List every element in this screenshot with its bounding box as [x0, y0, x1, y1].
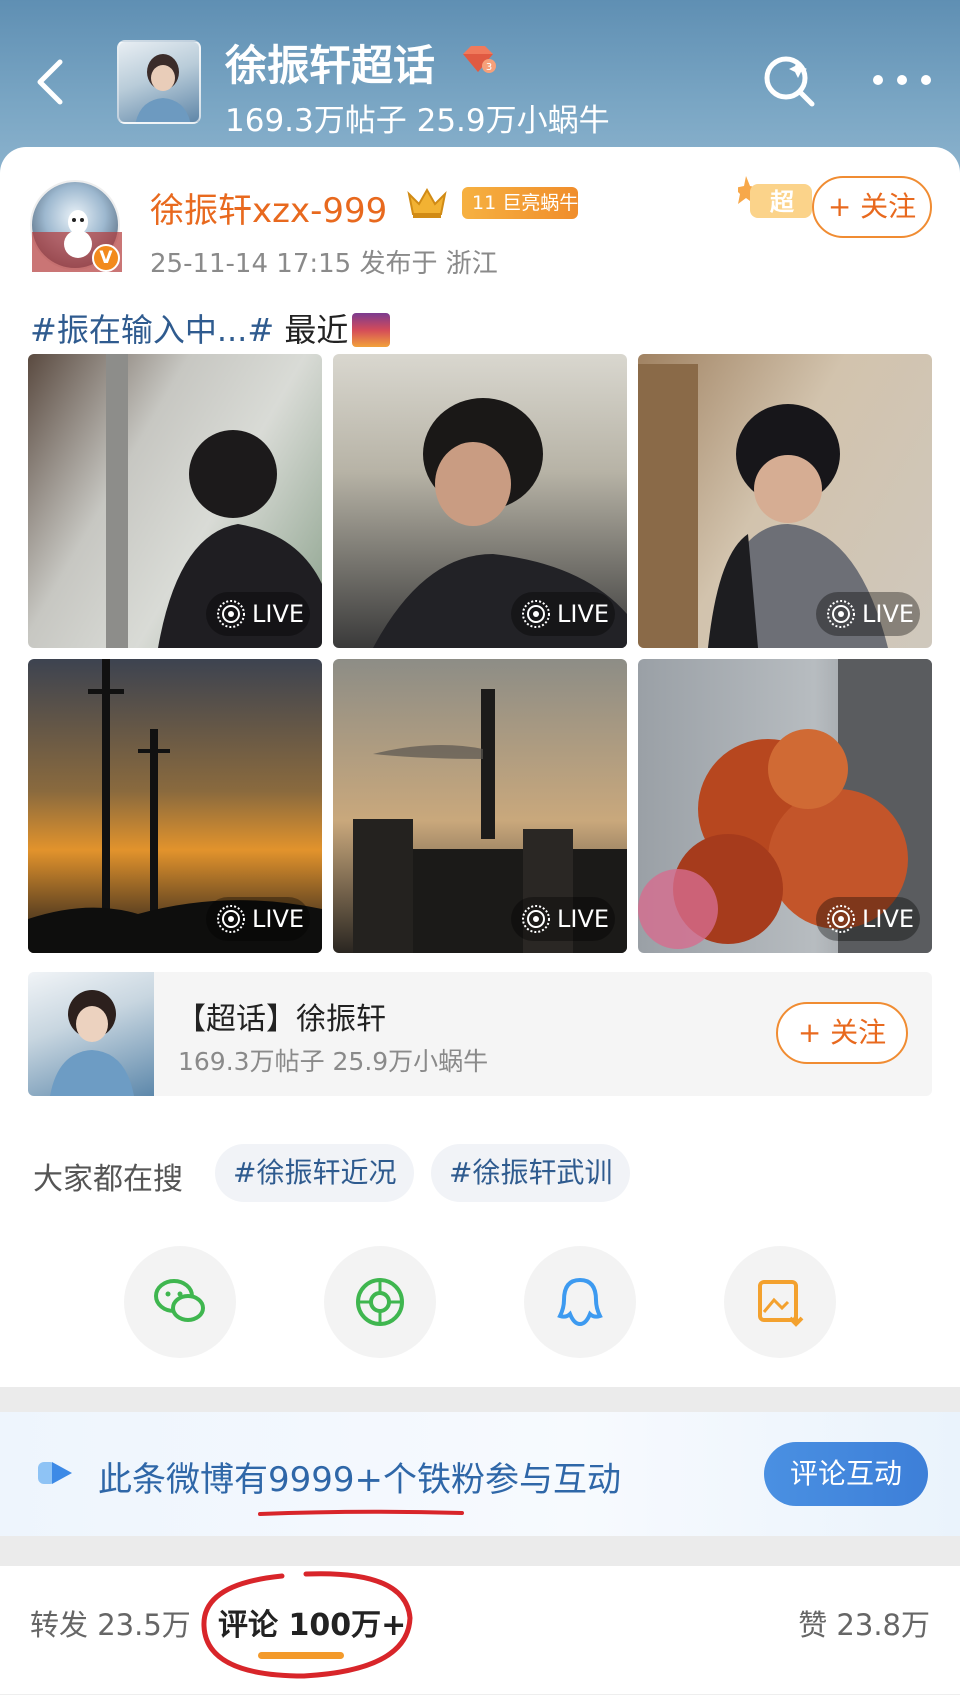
qq-icon	[557, 1277, 603, 1327]
share-moments-button[interactable]	[324, 1246, 436, 1358]
back-arrow-icon[interactable]	[28, 52, 72, 112]
trending-search-tag[interactable]: #徐振轩近况	[215, 1144, 415, 1202]
live-photo-icon	[217, 905, 245, 933]
live-badge: LIVE	[511, 592, 615, 636]
live-badge: LIVE	[816, 897, 920, 941]
post-action-tabs: 转发 23.5万 评论 100万+ 赞 23.8万	[0, 1566, 960, 1707]
search-icon[interactable]	[760, 52, 818, 110]
active-tab-indicator	[258, 1652, 344, 1659]
follow-button[interactable]: + 关注	[812, 176, 932, 238]
fan-interaction-banner: 此条微博有9999+个铁粉参与互动 评论互动	[0, 1412, 960, 1536]
post-text-body: 最近	[274, 311, 349, 349]
member-badge: 11 巨亮蜗牛	[462, 187, 578, 219]
share-qq-button[interactable]	[524, 1246, 636, 1358]
tab-like[interactable]: 赞 23.8万	[798, 1602, 930, 1644]
svg-text:3: 3	[486, 62, 492, 73]
post-time-location: 25-11-14 17:15 发布于 浙江	[150, 249, 498, 279]
moments-icon	[356, 1278, 404, 1326]
photo-5[interactable]: LIVE	[333, 659, 627, 953]
more-options-icon[interactable]	[868, 58, 936, 102]
annotation-underline	[258, 1509, 464, 1516]
level-gem-icon: 3	[463, 46, 496, 73]
live-photo-icon	[827, 905, 855, 933]
svg-text:超: 超	[770, 188, 795, 216]
topic-card-stats: 169.3万帖子 25.9万小蜗牛	[178, 1047, 489, 1076]
tab-repost[interactable]: 转发 23.5万	[30, 1602, 191, 1644]
author-name[interactable]: 徐振轩xzx-999	[150, 183, 387, 232]
photo-1[interactable]: LIVE	[28, 354, 322, 648]
live-badge: LIVE	[206, 897, 310, 941]
photo-6[interactable]: LIVE	[638, 659, 932, 953]
live-photo-icon	[217, 600, 245, 628]
share-wechat-button[interactable]	[124, 1246, 236, 1358]
super-fan-tag-icon: 超	[738, 176, 812, 218]
live-photo-icon	[827, 600, 855, 628]
save-image-icon	[758, 1280, 804, 1327]
topic-title: 徐振轩超话	[225, 41, 436, 90]
city-sunset-emoji-icon	[352, 313, 391, 347]
live-badge: LIVE	[816, 592, 920, 636]
post-hashtag[interactable]: #振在输入中...#	[30, 311, 274, 349]
post-text: #振在输入中...# 最近	[30, 305, 391, 351]
photo-2[interactable]: LIVE	[333, 354, 627, 648]
photo-3[interactable]: LIVE	[638, 354, 932, 648]
live-badge: LIVE	[511, 897, 615, 941]
topic-stats: 169.3万帖子 25.9万小蜗牛	[225, 103, 610, 139]
trending-search-label: 大家都在搜	[33, 1162, 183, 1197]
fan-play-icon	[38, 1462, 72, 1484]
live-photo-icon	[522, 905, 550, 933]
topic-avatar[interactable]	[117, 40, 201, 124]
topic-card-title: 【超话】徐振轩	[176, 1002, 386, 1037]
topic-follow-button[interactable]: + 关注	[776, 1002, 908, 1064]
topic-card-image	[28, 972, 154, 1096]
comment-interact-button[interactable]: 评论互动	[764, 1442, 928, 1506]
tab-comment[interactable]: 评论 100万+	[218, 1600, 406, 1644]
crown-icon	[407, 187, 447, 218]
wechat-icon	[154, 1279, 205, 1322]
divider	[0, 1694, 960, 1695]
topic-card[interactable]: 【超话】徐振轩 169.3万帖子 25.9万小蜗牛 + 关注	[28, 972, 932, 1096]
verified-badge-icon: V	[92, 244, 120, 272]
live-badge: LIVE	[206, 592, 310, 636]
trending-search-tag[interactable]: #徐振轩武训	[431, 1144, 631, 1202]
fan-interaction-text: 此条微博有9999+个铁粉参与互动	[98, 1460, 622, 1500]
save-image-button[interactable]	[724, 1246, 836, 1358]
photo-4[interactable]: LIVE	[28, 659, 322, 953]
live-photo-icon	[522, 600, 550, 628]
